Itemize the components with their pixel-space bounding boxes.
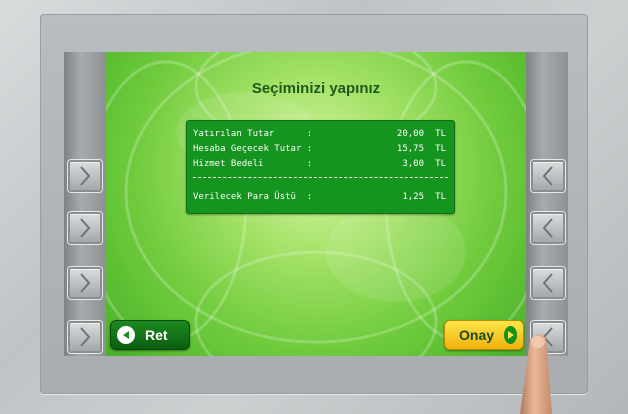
page-title: Seçiminizi yapınız bbox=[251, 80, 381, 97]
ret-button-label: Ret bbox=[145, 327, 168, 343]
arrow-right-circle-icon bbox=[504, 326, 517, 344]
right-key-panel bbox=[526, 52, 568, 356]
arrow-left-circle-icon bbox=[117, 326, 135, 344]
summary-divider bbox=[193, 177, 448, 178]
chevron-left-icon bbox=[542, 218, 553, 238]
summary-row: Yatırılan Tutar : 20,00 TL bbox=[193, 129, 448, 142]
summary-total-row: Verilecek Para Üstü : 1,25 TL bbox=[193, 192, 448, 205]
right-function-key-1[interactable] bbox=[531, 160, 565, 192]
left-function-key-4[interactable] bbox=[68, 321, 102, 353]
left-function-key-3[interactable] bbox=[68, 267, 102, 299]
onay-button-label: Onay bbox=[459, 327, 495, 343]
row-value: 15,75 bbox=[396, 144, 424, 154]
chevron-left-icon bbox=[542, 166, 553, 186]
chevron-right-icon bbox=[80, 218, 91, 238]
total-label: Verilecek Para Üstü : bbox=[193, 192, 313, 202]
onay-button[interactable]: Onay bbox=[444, 320, 524, 350]
total-currency: TL bbox=[435, 192, 446, 202]
row-label: Yatırılan Tutar : bbox=[193, 129, 313, 139]
row-currency: TL bbox=[435, 129, 446, 139]
row-value: 3,00 bbox=[402, 159, 424, 169]
atm-screen: Seçiminizi yapınız Yatırılan Tutar : 20,… bbox=[106, 52, 526, 356]
summary-row: Hizmet Bedeli : 3,00 TL bbox=[193, 159, 448, 172]
summary-row: Hesaba Geçecek Tutar : 15,75 TL bbox=[193, 144, 448, 157]
transaction-summary: Yatırılan Tutar : 20,00 TL Hesaba Geçece… bbox=[186, 120, 455, 214]
row-currency: TL bbox=[435, 144, 446, 154]
left-function-key-1[interactable] bbox=[68, 160, 102, 192]
right-function-key-2[interactable] bbox=[531, 212, 565, 244]
ret-button[interactable]: Ret bbox=[110, 320, 190, 350]
chevron-left-icon bbox=[542, 273, 553, 293]
right-function-key-3[interactable] bbox=[531, 267, 565, 299]
chevron-right-icon bbox=[80, 273, 91, 293]
chevron-right-icon bbox=[80, 327, 91, 347]
row-label: Hizmet Bedeli : bbox=[193, 159, 313, 169]
left-key-panel bbox=[64, 52, 106, 356]
chevron-left-icon bbox=[542, 327, 553, 347]
left-function-key-2[interactable] bbox=[68, 212, 102, 244]
row-label: Hesaba Geçecek Tutar : bbox=[193, 144, 313, 154]
right-function-key-4[interactable] bbox=[531, 321, 565, 353]
row-value: 20,00 bbox=[396, 129, 424, 139]
total-value: 1,25 bbox=[402, 192, 424, 202]
chevron-right-icon bbox=[80, 166, 91, 186]
row-currency: TL bbox=[435, 159, 446, 169]
